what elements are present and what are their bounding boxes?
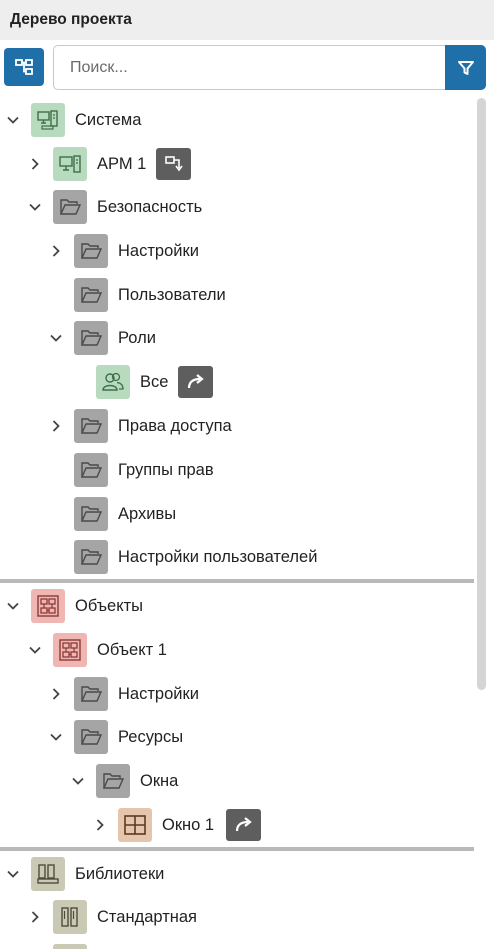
folder-icon [74, 540, 108, 574]
tree-node-system[interactable]: Система [0, 100, 470, 140]
tree-node-arm[interactable]: АРМ 1 [0, 144, 470, 184]
tree-node-label: Окно 1 [162, 816, 215, 834]
project-tree: Система АРМ 1 Безопасность Настройки Пол… [0, 98, 474, 949]
tree-node-users[interactable]: Пользователи [0, 275, 470, 315]
search-input[interactable] [54, 46, 444, 89]
tree-node-resources[interactable]: Ресурсы [0, 717, 470, 757]
tree-node-windows[interactable]: Окна [0, 761, 470, 801]
tree-node-label: Настройки [118, 242, 199, 260]
section-divider [0, 847, 474, 851]
chevron-right-icon[interactable] [27, 909, 43, 925]
tree-node-user-settings[interactable]: Настройки пользователей [0, 537, 470, 577]
chevron-down-icon[interactable] [27, 642, 43, 658]
hierarchy-icon [15, 59, 33, 75]
filter-icon [457, 60, 474, 75]
objects-icon [31, 589, 65, 623]
tree-node-object1[interactable]: Объект 1 [0, 630, 470, 670]
folder-icon [53, 190, 87, 224]
users-group-icon [96, 365, 130, 399]
folder-icon [74, 278, 108, 312]
redirect-arrow-icon [235, 817, 252, 832]
panel-title: Дерево проекта [10, 11, 132, 28]
tree-node-label: Архивы [118, 505, 177, 523]
tree-node-label: Стандартная [97, 908, 197, 926]
folder-icon [74, 497, 108, 531]
chevron-right-icon[interactable] [92, 817, 108, 833]
folder-icon [74, 321, 108, 355]
tree-node-label: Все [140, 373, 169, 391]
tree-node-role-all[interactable]: Все [0, 362, 470, 402]
scrollbar-thumb[interactable] [477, 98, 486, 690]
chevron-down-icon[interactable] [5, 866, 21, 882]
tree-view-button[interactable] [4, 48, 44, 86]
tree-node-objects[interactable]: Объекты [0, 586, 470, 626]
tree-node-next[interactable] [0, 941, 470, 949]
folder-icon [74, 234, 108, 268]
tree-node-label: Ресурсы [118, 728, 184, 746]
chevron-right-icon[interactable] [27, 156, 43, 172]
library-icon [53, 900, 87, 934]
folder-icon [74, 720, 108, 754]
tree-node-label: Настройки пользователей [118, 548, 318, 566]
redirect-arrow-icon [187, 374, 204, 389]
tree-node-label: Безопасность [97, 198, 203, 216]
tree-node-label: Окна [140, 772, 179, 790]
chevron-down-icon[interactable] [5, 598, 21, 614]
chevron-right-icon[interactable] [48, 418, 64, 434]
chevron-down-icon[interactable] [48, 330, 64, 346]
tree-node-label: Система [75, 111, 142, 129]
tree-node-window1[interactable]: Окно 1 [0, 805, 470, 845]
chevron-down-icon[interactable] [48, 729, 64, 745]
folder-icon [74, 677, 108, 711]
tree-node-security[interactable]: Безопасность [0, 187, 470, 227]
tree-node-roles[interactable]: Роли [0, 318, 470, 358]
tree-node-label: Настройки [118, 685, 199, 703]
workstation-icon [53, 147, 87, 181]
deploy-action-button[interactable] [156, 148, 191, 180]
link-action-button[interactable] [226, 809, 261, 841]
chevron-down-icon[interactable] [27, 199, 43, 215]
folder-icon [74, 453, 108, 487]
chevron-right-icon[interactable] [48, 686, 64, 702]
tree-node-label: Права доступа [118, 417, 232, 435]
tree-node-label: Роли [118, 329, 156, 347]
tree-node-label: Объекты [75, 597, 144, 615]
tree-node-label: Объект 1 [97, 641, 167, 659]
tree-node-standard[interactable]: Стандартная [0, 897, 470, 937]
library-icon [53, 944, 87, 949]
workstations-icon [31, 103, 65, 137]
chevron-right-icon[interactable] [48, 243, 64, 259]
tree-node-label: АРМ 1 [97, 155, 147, 173]
libraries-icon [31, 857, 65, 891]
tree-node-object-settings[interactable]: Настройки [0, 674, 470, 714]
tree-node-archives[interactable]: Архивы [0, 494, 470, 534]
folder-icon [96, 764, 130, 798]
folder-icon [74, 409, 108, 443]
search-box [53, 45, 486, 90]
object-icon [53, 633, 87, 667]
panel-header: Дерево проекта [0, 0, 494, 40]
link-action-button[interactable] [178, 366, 213, 398]
tree-node-label: Библиотеки [75, 865, 165, 883]
tree-node-label: Группы прав [118, 461, 214, 479]
chevron-down-icon[interactable] [70, 773, 86, 789]
section-divider [0, 579, 474, 583]
deploy-icon [164, 156, 183, 172]
tree-node-access-rights[interactable]: Права доступа [0, 406, 470, 446]
tree-node-rights-groups[interactable]: Группы прав [0, 450, 470, 490]
tree-node-label: Пользователи [118, 286, 226, 304]
chevron-down-icon[interactable] [5, 112, 21, 128]
window-layout-icon [118, 808, 152, 842]
tree-node-libraries[interactable]: Библиотеки [0, 854, 470, 894]
filter-button[interactable] [445, 45, 486, 90]
tree-node-security-settings[interactable]: Настройки [0, 231, 470, 271]
